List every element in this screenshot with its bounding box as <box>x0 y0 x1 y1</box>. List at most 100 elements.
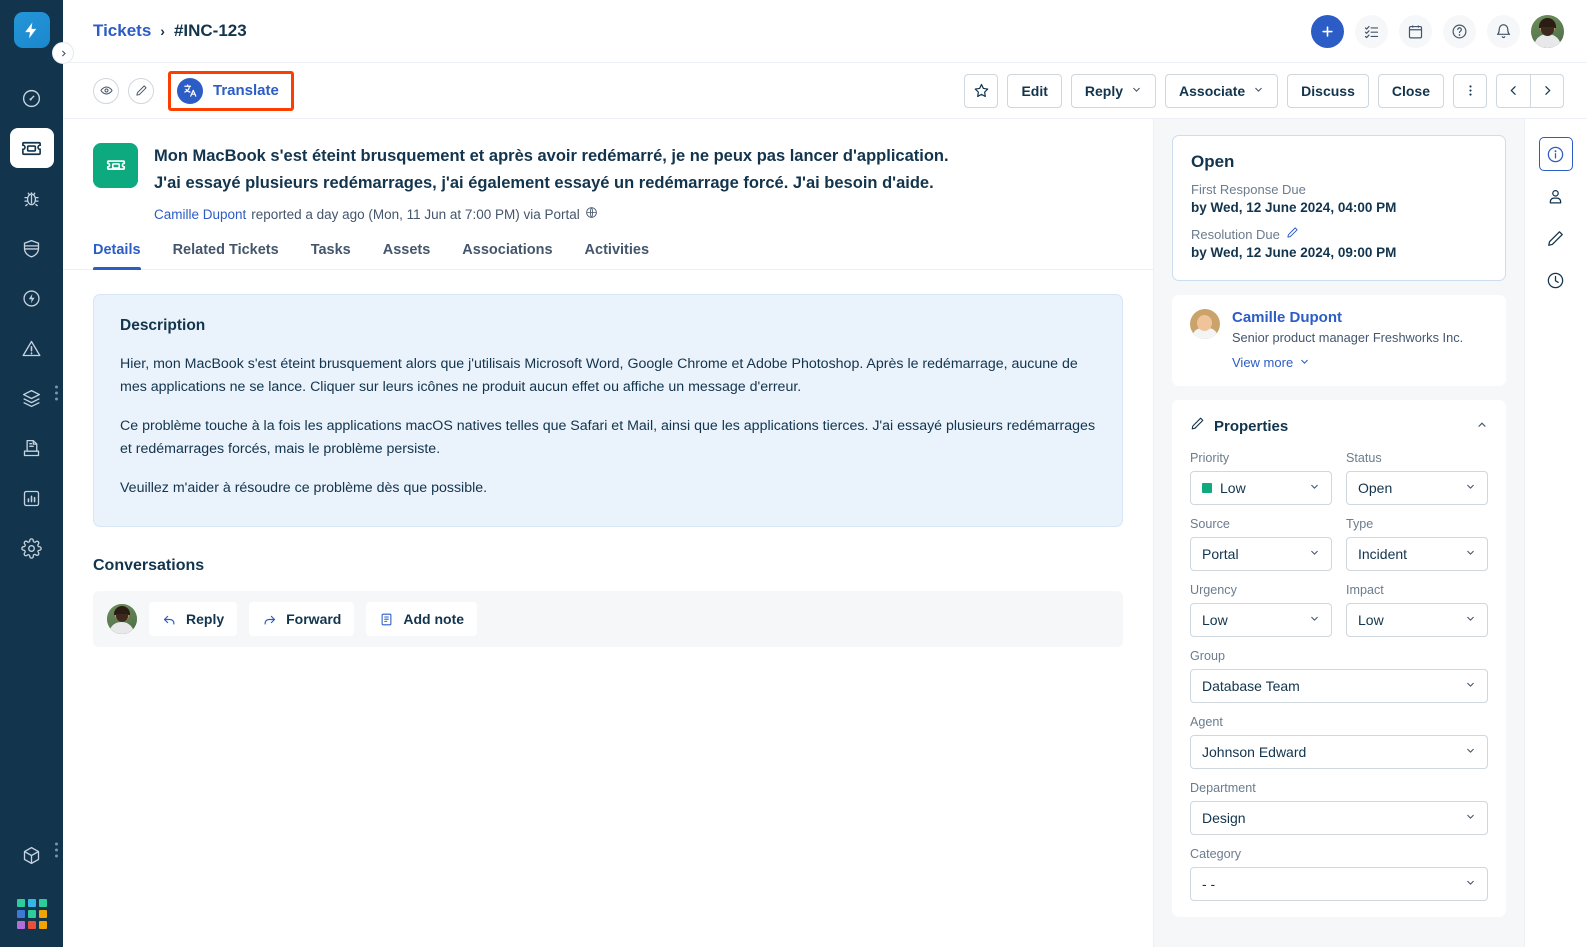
type-label: Type <box>1346 517 1374 531</box>
discuss-button[interactable]: Discuss <box>1287 73 1369 108</box>
forward-action-label: Forward <box>286 611 342 628</box>
translate-button[interactable]: Translate <box>213 82 279 99</box>
description-title: Description <box>120 317 206 335</box>
urgency-select[interactable]: Low <box>1190 603 1332 637</box>
contact-person-icon[interactable] <box>1539 179 1573 213</box>
reply-button[interactable]: Reply <box>1070 73 1157 108</box>
urgency-value: Low <box>1202 612 1228 628</box>
app-switcher-grid[interactable] <box>16 899 47 929</box>
sidebar-item-releases[interactable] <box>10 278 54 318</box>
help-icon[interactable] <box>1443 14 1476 48</box>
department-label: Department <box>1190 781 1256 795</box>
tab-related-tickets[interactable]: Related Tickets <box>173 242 279 269</box>
ticket-subject-line-2: J'ai essayé plusieurs redémarrages, j'ai… <box>154 174 934 193</box>
requester-link[interactable]: Camille Dupont <box>154 207 246 222</box>
favorite-star-button[interactable] <box>964 73 999 108</box>
breadcrumb-tickets-link[interactable]: Tickets <box>93 21 151 41</box>
sidebar-item-admin[interactable] <box>10 528 54 568</box>
agent-field: Agent Johnson Edward <box>1190 715 1488 769</box>
next-ticket-button[interactable] <box>1530 73 1564 108</box>
rail-expand-chevron-right-icon[interactable] <box>52 42 74 64</box>
properties-row: Source Portal Type Incident <box>1190 517 1488 571</box>
category-label: Category <box>1190 847 1242 861</box>
properties-row: Priority Low Status Open <box>1190 451 1488 505</box>
ticket-body: Mon MacBook s'est éteint brusquement et … <box>63 119 1586 947</box>
breadcrumb-separator: › <box>160 23 165 39</box>
sidebar-item-assets[interactable] <box>10 378 54 418</box>
category-select[interactable]: - - <box>1190 867 1488 901</box>
associate-button[interactable]: Associate <box>1165 73 1279 108</box>
agent-avatar <box>107 604 137 635</box>
properties-edit-pencil-icon[interactable] <box>1190 416 1205 436</box>
edit-pencil-icon[interactable] <box>128 77 154 104</box>
sidebar-item-tickets[interactable] <box>9 128 54 168</box>
tab-activities-label: Activities <box>584 242 650 259</box>
priority-select[interactable]: Low <box>1190 471 1332 505</box>
forward-action-button[interactable]: Forward <box>249 602 355 637</box>
ticket-center-pane: Mon MacBook s'est éteint brusquement et … <box>63 119 1154 947</box>
main-column: Tickets › #INC-123 Translate Edit Reply … <box>63 0 1586 947</box>
close-button[interactable]: Close <box>1377 73 1444 108</box>
create-new-button[interactable] <box>1311 14 1344 48</box>
status-select[interactable]: Open <box>1346 471 1488 505</box>
description-paragraph: Hier, mon MacBook s'est éteint brusqueme… <box>120 356 1078 396</box>
view-more-label: View more <box>1232 355 1294 370</box>
tab-activities[interactable]: Activities <box>585 242 649 269</box>
add-note-action-button[interactable]: Add note <box>366 602 478 637</box>
ticket-info-icon[interactable] <box>1538 137 1573 171</box>
freshservice-logo[interactable] <box>13 12 50 48</box>
more-options-button[interactable] <box>1453 73 1487 108</box>
marketplace-more-dots-icon[interactable] <box>55 842 58 858</box>
sidebar-item-changes[interactable] <box>10 228 54 268</box>
requester-card: Camille Dupont Senior product manager Fr… <box>1172 295 1506 386</box>
notifications-bell-icon[interactable] <box>1487 14 1520 48</box>
tab-tasks[interactable]: Tasks <box>311 242 351 269</box>
sidebar-item-dashboard[interactable] <box>10 78 54 118</box>
view-more-button[interactable]: View more <box>1232 355 1463 370</box>
activity-clock-icon[interactable] <box>1539 263 1573 297</box>
reply-action-label: Reply <box>186 611 225 628</box>
agent-value: Johnson Edward <box>1202 744 1307 760</box>
requester-avatar[interactable] <box>1190 309 1220 339</box>
ticket-subject-line-1: Mon MacBook s'est éteint brusquement et … <box>154 147 949 165</box>
assets-more-dots-icon[interactable] <box>55 385 58 401</box>
sidebar-item-alerts[interactable] <box>10 328 54 368</box>
app-root: Tickets › #INC-123 Translate Edit Reply … <box>0 0 1586 947</box>
tab-details[interactable]: Details <box>93 242 141 271</box>
department-select[interactable]: Design <box>1190 801 1488 835</box>
sidebar-item-problems[interactable] <box>10 178 54 218</box>
resolution-due-edit-pencil-icon[interactable] <box>1286 226 1299 242</box>
category-field: Category - - <box>1190 847 1488 901</box>
tab-related-tickets-label: Related Tickets <box>172 242 279 259</box>
previous-ticket-button[interactable] <box>1496 73 1530 108</box>
edit-button[interactable]: Edit <box>1007 73 1062 108</box>
user-avatar[interactable] <box>1531 14 1564 48</box>
watch-eye-icon[interactable] <box>93 77 119 104</box>
todo-checklist-icon[interactable] <box>1355 14 1388 48</box>
department-value: Design <box>1202 810 1246 826</box>
sidebar-item-marketplace[interactable] <box>10 835 54 875</box>
impact-select[interactable]: Low <box>1346 603 1488 637</box>
tab-associations[interactable]: Associations <box>462 242 552 269</box>
reply-action-button[interactable]: Reply <box>149 602 238 637</box>
sidebar-item-analytics[interactable] <box>10 478 54 518</box>
agent-label: Agent <box>1190 715 1223 729</box>
chevron-down-icon <box>1253 84 1264 98</box>
tab-associations-label: Associations <box>462 242 553 259</box>
calendar-icon[interactable] <box>1399 14 1432 48</box>
ticket-subject-text: Mon MacBook s'est éteint brusquement et … <box>154 143 1123 222</box>
group-select[interactable]: Database Team <box>1190 669 1488 703</box>
conversations-action-bar: Reply Forward Add note <box>93 591 1123 648</box>
source-select[interactable]: Portal <box>1190 537 1332 571</box>
type-select[interactable]: Incident <box>1346 537 1488 571</box>
requester-name-link[interactable]: Camille Dupont <box>1232 309 1463 326</box>
tab-assets[interactable]: Assets <box>383 242 431 269</box>
resolution-due-text: Resolution Due <box>1191 226 1280 242</box>
agent-select[interactable]: Johnson Edward <box>1190 735 1488 769</box>
sidebar-item-solutions[interactable] <box>10 428 54 468</box>
discuss-button-label: Discuss <box>1301 82 1355 99</box>
type-field: Type Incident <box>1346 517 1488 571</box>
edit-pencil-icon[interactable] <box>1539 221 1573 255</box>
conversations-title: Conversations <box>93 557 205 575</box>
properties-collapse-chevron-up-icon[interactable] <box>1476 419 1488 434</box>
